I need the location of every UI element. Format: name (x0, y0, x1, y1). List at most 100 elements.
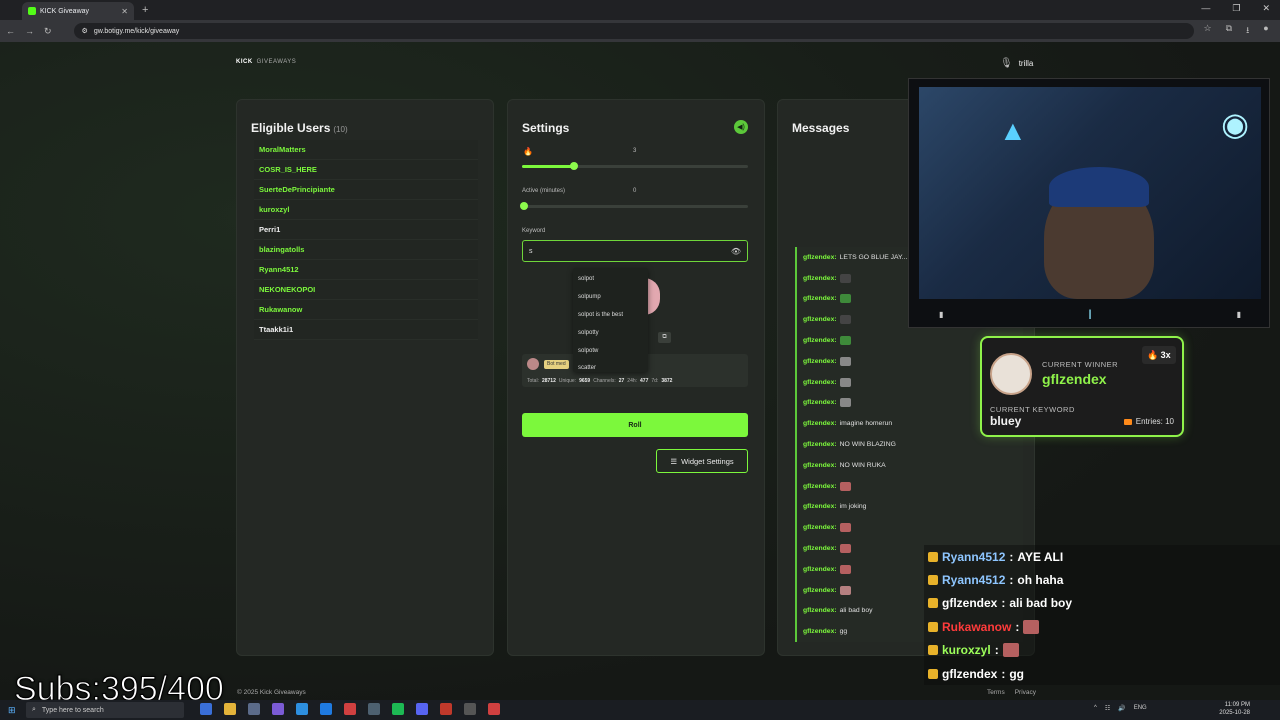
taskbar-search[interactable]: ⌕ Type here to search (26, 702, 184, 718)
message-username[interactable]: gflzendex: (803, 607, 837, 614)
eligible-user-row[interactable]: Ryann4512 (254, 260, 478, 280)
chrome-icon[interactable] (344, 703, 356, 715)
keyword-suggestion[interactable]: solpotw (573, 342, 648, 360)
maximize-icon[interactable]: ❐ (1232, 3, 1240, 14)
eligible-user-row[interactable]: kuroxzyl (254, 200, 478, 220)
new-tab-icon[interactable]: + (142, 4, 148, 16)
windows-start-icon[interactable]: ⊞ (8, 705, 16, 716)
site-info-icon[interactable]: ⚙ (82, 27, 88, 35)
discord-icon[interactable] (272, 703, 284, 715)
app-icon[interactable] (296, 703, 308, 715)
keyword-suggestion[interactable]: solpump (573, 288, 648, 306)
store-icon[interactable] (248, 703, 260, 715)
message-username[interactable]: gflzendex: (803, 441, 837, 448)
message-username[interactable]: gflzendex: (803, 628, 837, 635)
eligible-user-row[interactable]: Perri1 (254, 220, 478, 240)
browser-tab[interactable]: KICK Giveaway ✕ (22, 2, 134, 20)
chrome-active-icon[interactable] (488, 703, 500, 715)
minimize-icon[interactable]: — (1201, 3, 1210, 14)
message-username[interactable]: gflzendex: (803, 545, 837, 552)
app-icon-4[interactable] (440, 703, 452, 715)
kick-favicon-icon (28, 7, 36, 15)
back-icon[interactable]: ← (6, 26, 15, 36)
message-text: im joking (839, 503, 867, 511)
multiplier-slider-handle[interactable] (569, 162, 578, 170)
keyword-input[interactable]: s 👁 (522, 240, 748, 262)
edge-icon[interactable] (320, 703, 332, 715)
eligible-user-row[interactable]: Rukawanow (254, 300, 478, 320)
reload-icon[interactable]: ↻ (44, 26, 52, 37)
keyword-suggestion[interactable]: solpotty (573, 324, 648, 342)
eligible-user-row[interactable]: SuerteDePrincipiante (254, 180, 478, 200)
url-field[interactable]: ⚙ gw.botigy.me/kick/giveaway (73, 23, 1194, 39)
network-icon[interactable]: ☷ (1105, 705, 1110, 712)
active-minutes-slider[interactable] (520, 202, 748, 210)
eligible-user-row[interactable]: NEKONEKOPOI (254, 280, 478, 300)
download-icon[interactable]: ⭳ (1246, 23, 1249, 39)
emote-icon (839, 315, 851, 325)
emote-icon (839, 336, 851, 346)
stream-bar: ▮ ┃ ▮ (919, 307, 1261, 321)
message-row: gflzendex: NO WIN BLAZING (795, 434, 1023, 455)
keyword-suggestion[interactable]: solpot is the best (573, 306, 648, 324)
forward-icon[interactable]: → (25, 26, 34, 36)
site-brand[interactable]: KICK GIVEAWAYS (236, 59, 296, 65)
keyword-suggestion[interactable]: solpot (573, 270, 648, 288)
copy-icon[interactable]: ⧉ (658, 332, 671, 343)
file-explorer-icon[interactable] (224, 703, 236, 715)
current-keyword: bluey (990, 414, 1022, 428)
app-icon-3[interactable] (416, 703, 428, 715)
eligible-user-row[interactable]: MoralMatters (254, 140, 478, 160)
triangle-logo-icon: ▲ (999, 115, 1027, 146)
bookmark-star-icon[interactable]: ☆ (1204, 23, 1212, 39)
multiplier-slider[interactable] (522, 162, 748, 170)
message-username[interactable]: gflzendex: (803, 587, 837, 594)
message-username[interactable]: gflzendex: (803, 295, 837, 302)
app-icon-2[interactable] (368, 703, 380, 715)
tray-chevron-icon[interactable]: ^ (1094, 705, 1097, 712)
eligible-user-row[interactable]: COSR_IS_HERE (254, 160, 478, 180)
roll-button[interactable]: Roll (522, 413, 748, 437)
message-username[interactable]: gflzendex: (803, 503, 837, 510)
active-minutes-label: Active (minutes) (522, 188, 566, 194)
total-value: 28712 (541, 378, 556, 384)
keyword-suggestion[interactable]: scatter (573, 359, 648, 377)
terms-link[interactable]: Terms (987, 689, 1005, 696)
active-minutes-value: 0 (633, 188, 637, 194)
keyword-suggestions-dropdown: solpot solpump solpot is the best solpotty s… (573, 268, 648, 372)
profile-icon[interactable]: ● (1263, 23, 1268, 39)
language-indicator[interactable]: ENG (1134, 705, 1147, 712)
volume-icon[interactable]: 🔊 (1118, 705, 1125, 712)
task-view-icon[interactable] (200, 703, 212, 715)
spotify-icon[interactable] (392, 703, 404, 715)
overlay-chat-separator: : (1009, 573, 1014, 588)
message-username[interactable]: gflzendex: (803, 254, 837, 261)
bot-stats-line: Total: 28712 Unique: 9659 Channels: 27 24h:… (527, 378, 672, 384)
message-username[interactable]: gflzendex: (803, 379, 837, 386)
app-icon-5[interactable] (464, 703, 476, 715)
message-username[interactable]: gflzendex: (803, 316, 837, 323)
message-username[interactable]: gflzendex: (803, 483, 837, 490)
widget-settings-button[interactable]: ☰ Widget Settings (656, 449, 748, 473)
close-tab-icon[interactable]: ✕ (121, 7, 128, 16)
close-window-icon[interactable]: ✕ (1262, 3, 1270, 14)
eligible-user-row[interactable]: blazingatolls (254, 240, 478, 260)
message-username[interactable]: gflzendex: (803, 358, 837, 365)
sound-toggle-icon[interactable]: ◀) (734, 120, 748, 134)
overlay-chat-row: gflzendex: ali bad boy (924, 591, 1280, 616)
system-tray: ^ ☷ 🔊 ENG (1094, 705, 1147, 712)
message-username[interactable]: gflzendex: (803, 399, 837, 406)
active-minutes-slider-handle[interactable] (520, 202, 529, 210)
message-username[interactable]: gflzendex: (803, 420, 837, 427)
message-username[interactable]: gflzendex: (803, 524, 837, 531)
privacy-link[interactable]: Privacy (1015, 689, 1036, 696)
message-username[interactable]: gflzendex: (803, 462, 837, 469)
message-username[interactable]: gflzendex: (803, 275, 837, 282)
eligible-user-row[interactable]: Ttaakk1i1 (254, 320, 478, 340)
message-username[interactable]: gflzendex: (803, 337, 837, 344)
extensions-icon[interactable]: ⧉ (1226, 23, 1232, 39)
clock[interactable]: 11:09 PM 2025-10-28 (1219, 701, 1250, 717)
stream-chat-overlay: Ryann4512: AYE ALI Ryann4512: oh haha gflzen… (924, 545, 1280, 686)
message-username[interactable]: gflzendex: (803, 566, 837, 573)
hide-keyword-icon[interactable]: 👁 (731, 247, 741, 256)
